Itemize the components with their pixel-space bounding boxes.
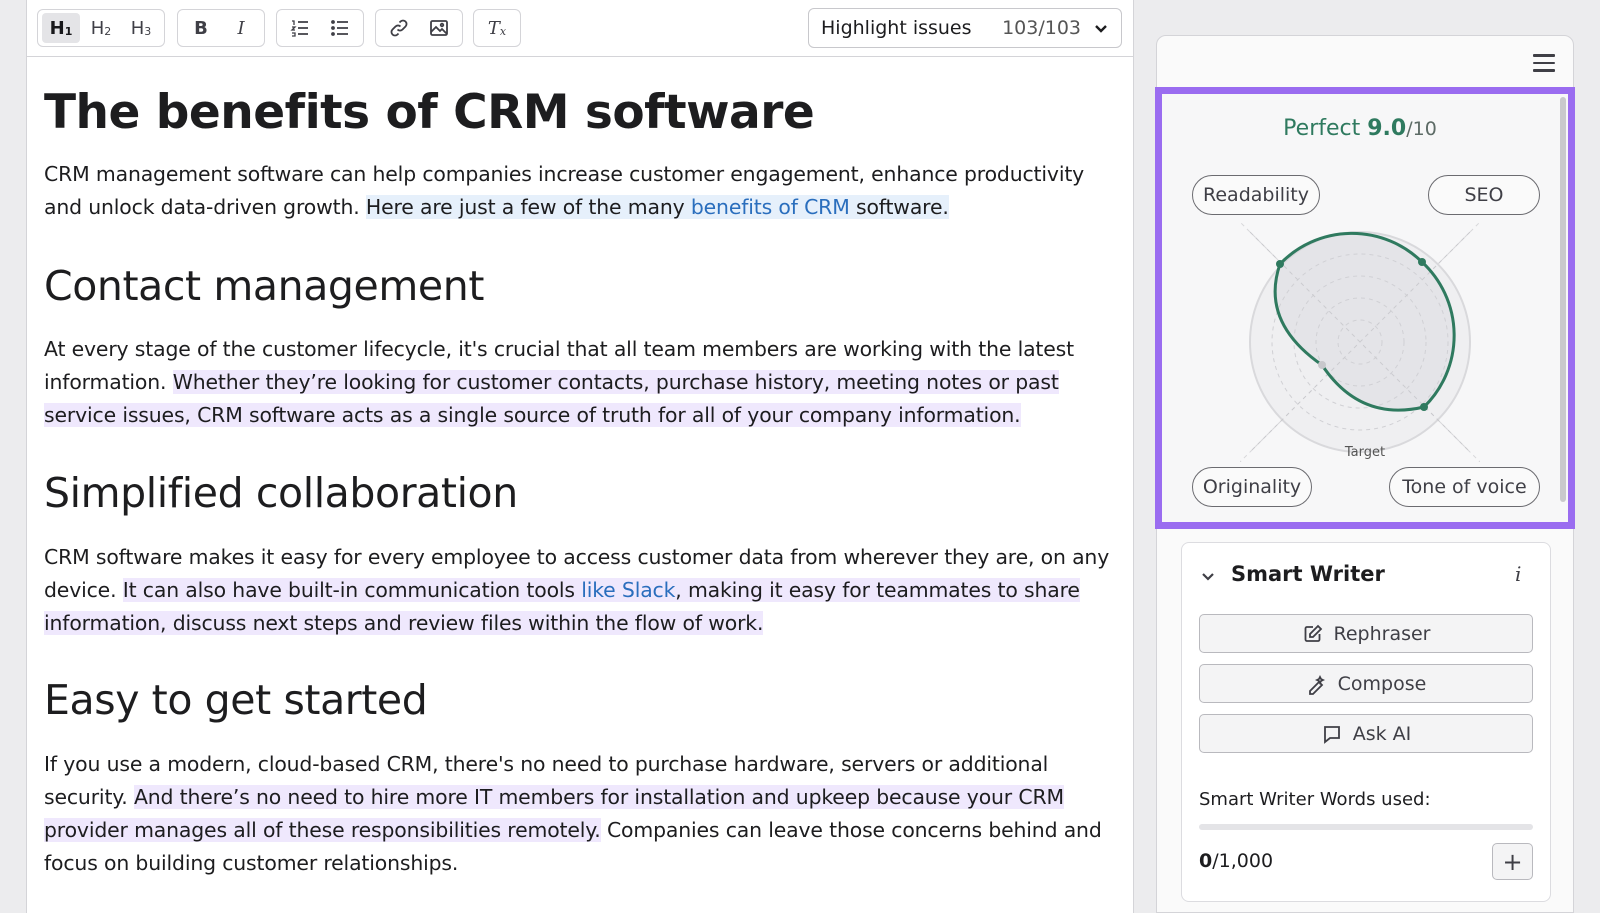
insert-image-button[interactable] bbox=[420, 13, 458, 43]
target-label: Target bbox=[1344, 445, 1386, 460]
insert-link-button[interactable] bbox=[380, 13, 418, 43]
info-icon[interactable]: i bbox=[1515, 562, 1521, 586]
readability-pill[interactable]: Readability bbox=[1192, 175, 1320, 215]
hamburger-menu-icon[interactable] bbox=[1533, 54, 1555, 74]
words-used-count: 0/1,000 bbox=[1199, 850, 1273, 872]
intro-highlight-start: Here are just a few of the many bbox=[365, 195, 691, 219]
collaboration-highlight[interactable]: It can also have built-in communication … bbox=[44, 578, 1080, 635]
ask-ai-label: Ask AI bbox=[1352, 722, 1412, 745]
bold-button[interactable]: B bbox=[182, 13, 220, 43]
readability-point bbox=[1276, 260, 1284, 268]
heading-2-button[interactable]: H2 bbox=[82, 13, 120, 43]
contact-highlight[interactable]: Whether they’re looking for customer con… bbox=[44, 370, 1059, 427]
score-radar-chart bbox=[1240, 222, 1480, 462]
highlight-issues-count: 103/103 bbox=[1002, 17, 1081, 39]
image-icon bbox=[430, 20, 448, 36]
list-group bbox=[276, 9, 364, 47]
section-heading-get-started[interactable]: Easy to get started bbox=[44, 676, 428, 724]
section-heading-contact[interactable]: Contact management bbox=[44, 262, 484, 310]
collapse-smart-writer-button[interactable] bbox=[1199, 567, 1217, 585]
add-words-button[interactable]: + bbox=[1492, 843, 1533, 880]
magic-pen-icon bbox=[1308, 674, 1325, 695]
section-heading-collaboration[interactable]: Simplified collaboration bbox=[44, 469, 518, 517]
bulleted-list-icon bbox=[331, 20, 348, 36]
heading-group: H1 H2 H3 bbox=[37, 9, 165, 47]
format-group: B I bbox=[177, 9, 265, 47]
compose-label: Compose bbox=[1337, 672, 1427, 695]
edit-icon bbox=[1304, 624, 1322, 642]
highlight-issues-label: Highlight issues bbox=[821, 17, 972, 39]
score-rating: Perfect bbox=[1283, 116, 1361, 141]
editor-pane: H1 H2 H3 B I Tx Highlight issues 103/103… bbox=[26, 0, 1134, 913]
tone-of-voice-point bbox=[1420, 403, 1428, 411]
link-icon bbox=[390, 19, 408, 37]
words-limit: /1,000 bbox=[1212, 850, 1274, 872]
chevron-down-icon bbox=[1202, 573, 1214, 581]
words-used-value: 0 bbox=[1199, 850, 1213, 872]
words-used-label: Smart Writer Words used: bbox=[1199, 789, 1431, 810]
benefits-link[interactable]: benefits of CRM bbox=[691, 195, 850, 219]
collaboration-highlight-start: It can also have built-in communication … bbox=[122, 578, 582, 602]
clear-formatting-button[interactable]: Tx bbox=[478, 13, 516, 43]
smart-writer-title: Smart Writer bbox=[1231, 562, 1385, 586]
heading-3-button[interactable]: H3 bbox=[122, 13, 160, 43]
heading-1-button[interactable]: H1 bbox=[42, 13, 80, 43]
score-value: 9.0 bbox=[1367, 116, 1407, 141]
insert-group bbox=[375, 9, 463, 47]
panel-scrollbar[interactable] bbox=[1560, 97, 1566, 502]
numbered-list-icon bbox=[290, 20, 308, 37]
seo-point bbox=[1418, 258, 1426, 266]
words-used-bar bbox=[1199, 824, 1533, 830]
highlight-issues-select[interactable]: Highlight issues 103/103 bbox=[808, 8, 1122, 48]
seo-pill[interactable]: SEO bbox=[1428, 175, 1540, 215]
compose-button[interactable]: Compose bbox=[1199, 664, 1533, 703]
chevron-down-icon bbox=[1095, 25, 1107, 33]
ask-ai-button[interactable]: Ask AI bbox=[1199, 714, 1533, 753]
clear-group: Tx bbox=[473, 9, 521, 47]
contact-paragraph[interactable]: At every stage of the customer lifecycle… bbox=[44, 333, 1119, 432]
rephraser-label: Rephraser bbox=[1333, 622, 1431, 645]
originality-point bbox=[1318, 361, 1326, 369]
intro-paragraph[interactable]: CRM management software can help compani… bbox=[44, 158, 1119, 224]
italic-button[interactable]: I bbox=[222, 13, 260, 43]
originality-pill[interactable]: Originality bbox=[1192, 467, 1312, 507]
numbered-list-button[interactable] bbox=[281, 13, 319, 43]
document-title[interactable]: The benefits of CRM software bbox=[44, 85, 815, 140]
collaboration-paragraph[interactable]: CRM software makes it easy for every emp… bbox=[44, 541, 1119, 640]
intro-highlight[interactable]: Here are just a few of the many benefits… bbox=[365, 195, 949, 219]
get-started-paragraph[interactable]: If you use a modern, cloud-based CRM, th… bbox=[44, 748, 1119, 880]
slack-link[interactable]: like Slack bbox=[581, 578, 675, 602]
overall-score: Perfect 9.0/10 bbox=[1155, 116, 1565, 141]
chat-bubble-icon bbox=[1323, 725, 1340, 744]
tone-of-voice-pill[interactable]: Tone of voice bbox=[1389, 467, 1540, 507]
bulleted-list-button[interactable] bbox=[321, 13, 359, 43]
editor-toolbar: H1 H2 H3 B I Tx Highlight issues 103/103 bbox=[27, 0, 1133, 57]
score-max: /10 bbox=[1406, 118, 1437, 140]
intro-highlight-end: software. bbox=[849, 195, 949, 219]
rephraser-button[interactable]: Rephraser bbox=[1199, 614, 1533, 653]
